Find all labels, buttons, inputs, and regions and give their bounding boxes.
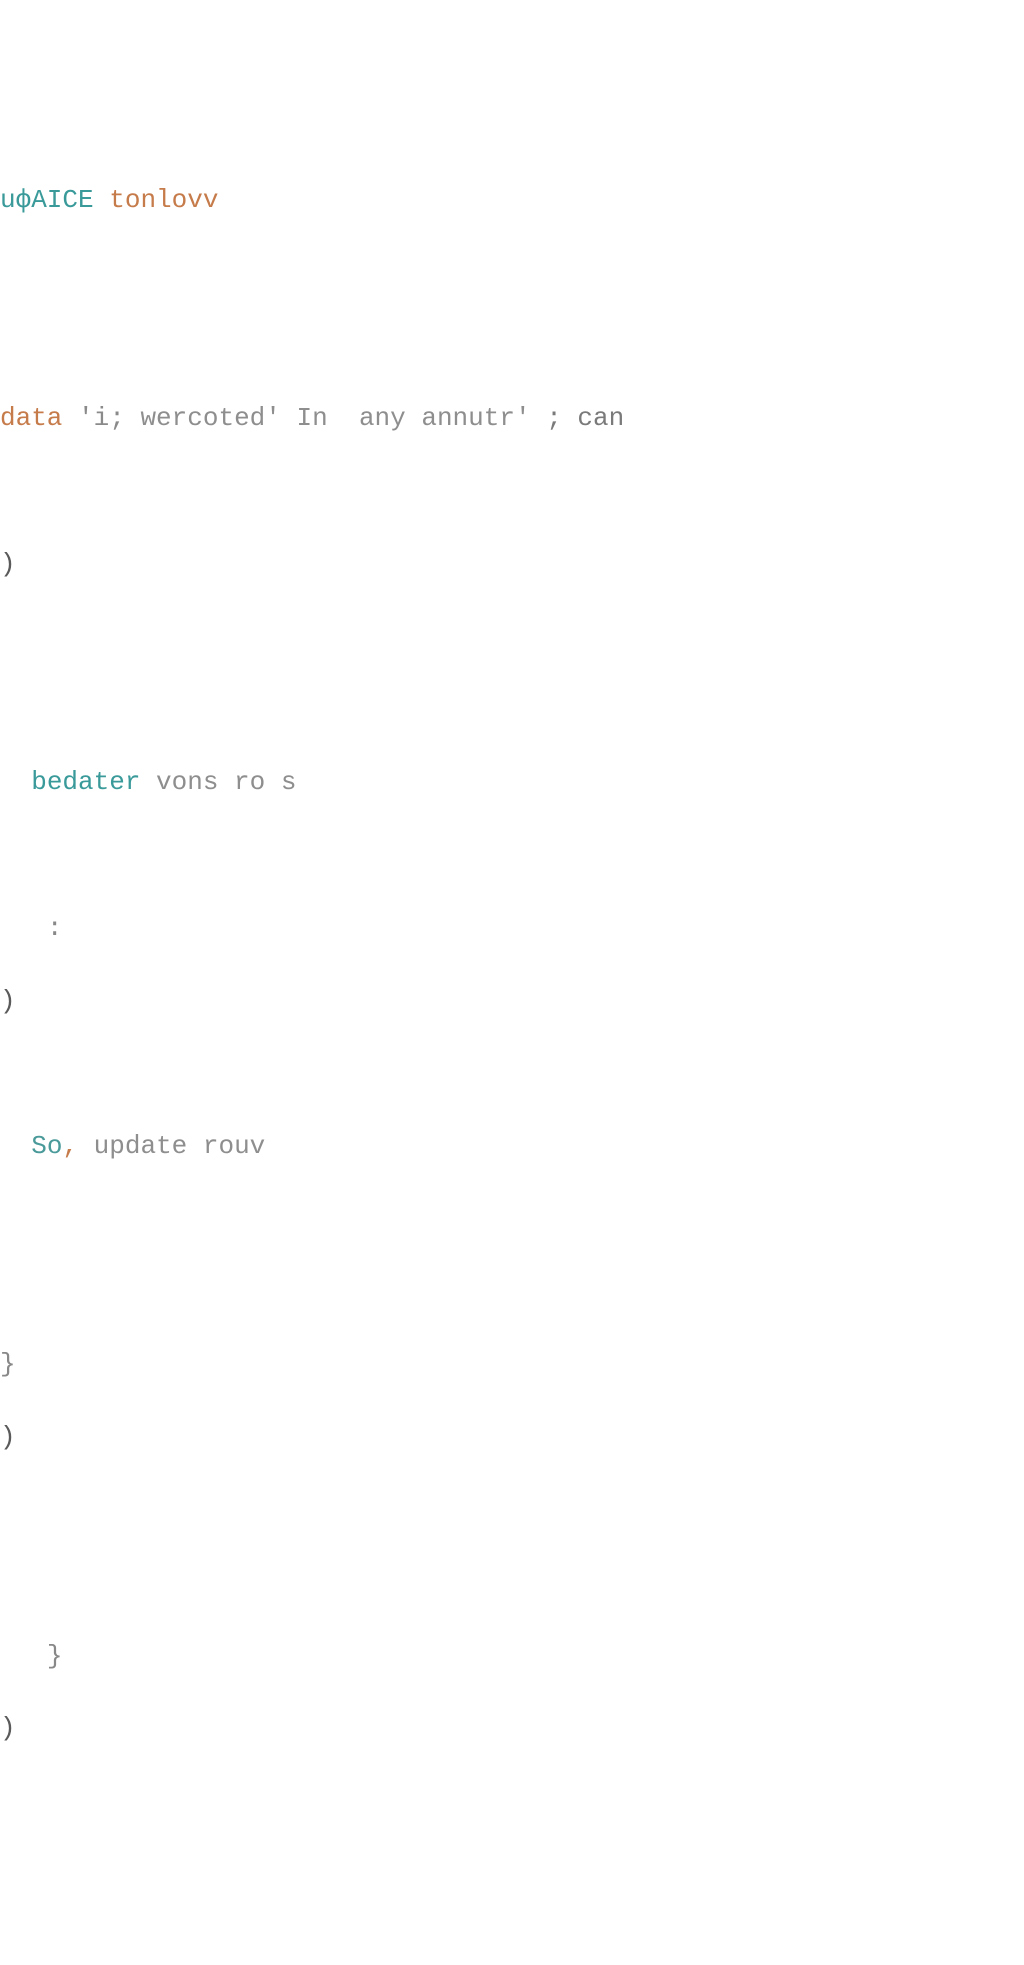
code-line: data 'i; wercoted' In any annutr' ; can bbox=[0, 400, 1024, 436]
code-line: ) bbox=[0, 983, 1024, 1019]
text-token: vons ro s bbox=[156, 767, 296, 797]
punct-token: ; bbox=[546, 403, 562, 433]
code-line: : bbox=[0, 910, 1024, 946]
paren-token: ) bbox=[0, 549, 16, 579]
code-line bbox=[0, 619, 1024, 655]
string-token: 'i; bbox=[78, 403, 125, 433]
code-line: ) bbox=[0, 1710, 1024, 1746]
code-line bbox=[0, 1565, 1024, 1601]
code-line bbox=[0, 837, 1024, 873]
code-line: } bbox=[0, 1638, 1024, 1674]
code-line: ) bbox=[0, 1419, 1024, 1455]
code-line bbox=[0, 255, 1024, 291]
identifier-token: data bbox=[0, 403, 62, 433]
brace-token: } bbox=[0, 1349, 16, 1379]
code-line bbox=[0, 691, 1024, 727]
code-line: So, update rouv bbox=[0, 1128, 1024, 1164]
keyword-token: So bbox=[31, 1131, 62, 1161]
code-line: } bbox=[0, 1346, 1024, 1382]
code-line: uфAICE tonlovv bbox=[0, 182, 1024, 218]
paren-token: ) bbox=[0, 1713, 16, 1743]
code-line bbox=[0, 473, 1024, 509]
text-token: wercoted' bbox=[140, 403, 280, 433]
text-token: can bbox=[577, 403, 624, 433]
code-line bbox=[0, 1492, 1024, 1528]
code-line bbox=[0, 328, 1024, 364]
keyword-token: bedater bbox=[31, 767, 140, 797]
code-line bbox=[0, 1055, 1024, 1091]
code-line: bedater vons ro s bbox=[0, 764, 1024, 800]
dots-token: : bbox=[47, 913, 63, 943]
text-token: any annutr' bbox=[359, 403, 531, 433]
brace-token: } bbox=[47, 1641, 63, 1671]
code-editor-content[interactable]: uфAICE tonlovv data 'i; wercoted' In any… bbox=[0, 146, 1024, 1784]
code-line bbox=[0, 1201, 1024, 1237]
punct-token: , bbox=[62, 1131, 78, 1161]
code-line: ) bbox=[0, 546, 1024, 582]
keyword-token: uфAICE bbox=[0, 185, 94, 215]
text-token: In bbox=[297, 403, 328, 433]
paren-token: ) bbox=[0, 1422, 16, 1452]
text-token: update rouv bbox=[94, 1131, 266, 1161]
keyword-token: tonlovv bbox=[109, 185, 218, 215]
paren-token: ) bbox=[0, 986, 16, 1016]
code-line bbox=[0, 1274, 1024, 1310]
